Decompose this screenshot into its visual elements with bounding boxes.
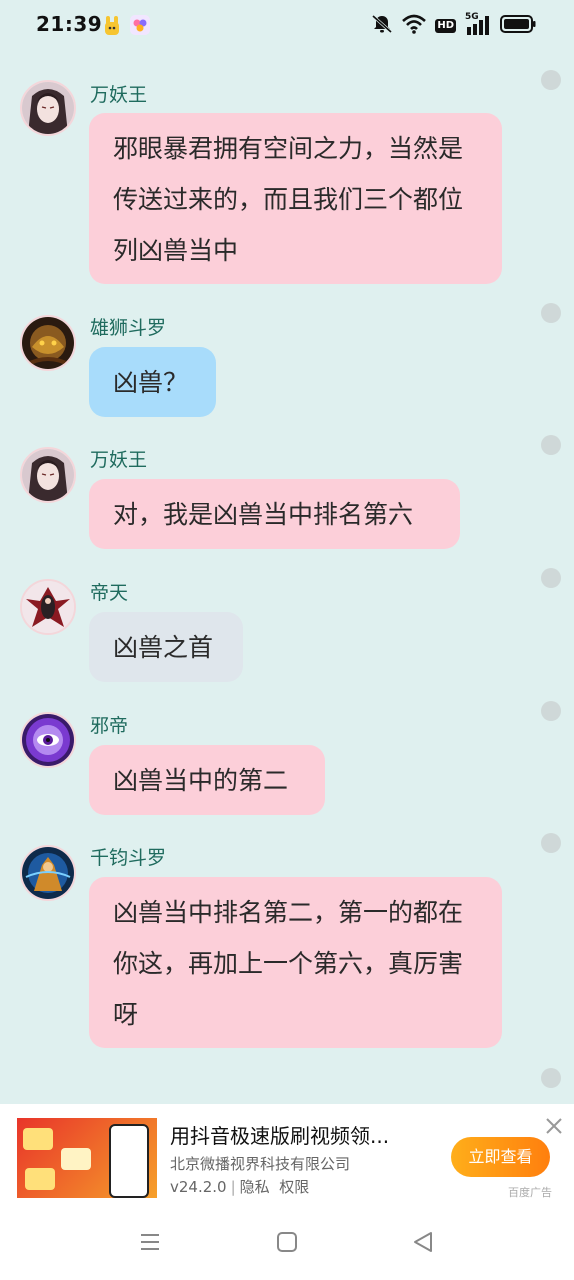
back-icon[interactable] bbox=[411, 1230, 435, 1254]
message-select-dot[interactable] bbox=[541, 568, 561, 588]
message-bubble[interactable]: 凶兽当中排名第二，第一的都在你这，再加上一个第六，真厉害呀 bbox=[89, 877, 502, 1048]
home-icon[interactable] bbox=[275, 1230, 299, 1254]
app-bunny-icon bbox=[103, 16, 121, 36]
ad-coin-graphic bbox=[61, 1148, 91, 1170]
close-icon[interactable] bbox=[544, 1116, 564, 1136]
message-bubble[interactable]: 凶兽之首 bbox=[89, 612, 243, 682]
golden-lion-avatar[interactable] bbox=[20, 315, 76, 371]
ad-permissions-link[interactable]: 权限 bbox=[279, 1178, 309, 1196]
message-select-dot[interactable] bbox=[541, 435, 561, 455]
system-nav-bar bbox=[0, 1200, 574, 1280]
ad-thumbnail-image[interactable] bbox=[17, 1118, 157, 1198]
sender-name: 雄狮斗罗 bbox=[90, 317, 167, 339]
ad-source-label: 百度广告 bbox=[508, 1186, 552, 1199]
menu-icon[interactable] bbox=[138, 1230, 162, 1254]
message-bubble[interactable]: 凶兽当中的第二 bbox=[89, 745, 325, 815]
sender-name: 万妖王 bbox=[90, 449, 148, 471]
app-pinwheel-icon bbox=[130, 15, 150, 35]
message-select-dot[interactable] bbox=[541, 303, 561, 323]
ad-coin-graphic bbox=[23, 1128, 53, 1150]
ad-coin-graphic bbox=[25, 1168, 55, 1190]
signal-icon: 5G bbox=[465, 12, 491, 37]
long-hair-warrior-avatar[interactable] bbox=[20, 80, 76, 136]
hd-badge: HD bbox=[435, 19, 456, 33]
battery-icon bbox=[500, 15, 536, 37]
sender-name: 帝天 bbox=[90, 582, 129, 604]
status-bar: 21:39 HD 5G bbox=[0, 0, 574, 52]
ad-view-button[interactable]: 立即查看 bbox=[451, 1137, 550, 1177]
message-select-dot[interactable] bbox=[541, 1068, 561, 1088]
mute-bell-icon bbox=[371, 14, 393, 38]
ad-banner[interactable]: 用抖音极速版刷视频领... 北京微播视界科技有限公司 v24.2.0 | 隐私 权限… bbox=[0, 1104, 574, 1200]
message-select-dot[interactable] bbox=[541, 701, 561, 721]
purple-eye-avatar[interactable] bbox=[20, 712, 76, 768]
message-bubble[interactable]: 对，我是凶兽当中排名第六 bbox=[89, 479, 460, 549]
ad-version: v24.2.0 bbox=[170, 1178, 227, 1196]
sender-name: 邪帝 bbox=[90, 715, 129, 737]
status-time: 21:39 bbox=[36, 12, 103, 36]
message-bubble[interactable]: 邪眼暴君拥有空间之力，当然是传送过来的，而且我们三个都位列凶兽当中 bbox=[89, 113, 502, 284]
sender-name: 万妖王 bbox=[90, 84, 148, 106]
long-hair-warrior-avatar[interactable] bbox=[20, 447, 76, 503]
wifi-icon bbox=[402, 14, 427, 38]
dark-dragon-avatar[interactable] bbox=[20, 579, 76, 635]
ad-meta: v24.2.0 | 隐私 权限 bbox=[170, 1178, 310, 1196]
ad-phone-graphic bbox=[109, 1124, 149, 1198]
message-bubble[interactable]: 凶兽？ bbox=[89, 347, 216, 417]
ad-company: 北京微播视界科技有限公司 bbox=[170, 1155, 351, 1173]
message-select-dot[interactable] bbox=[541, 70, 561, 90]
sender-name: 千钧斗罗 bbox=[90, 847, 167, 869]
ad-title[interactable]: 用抖音极速版刷视频领... bbox=[170, 1120, 389, 1149]
ad-privacy-link[interactable]: 隐私 bbox=[240, 1178, 270, 1196]
blue-warrior-avatar[interactable] bbox=[20, 845, 76, 901]
message-select-dot[interactable] bbox=[541, 833, 561, 853]
